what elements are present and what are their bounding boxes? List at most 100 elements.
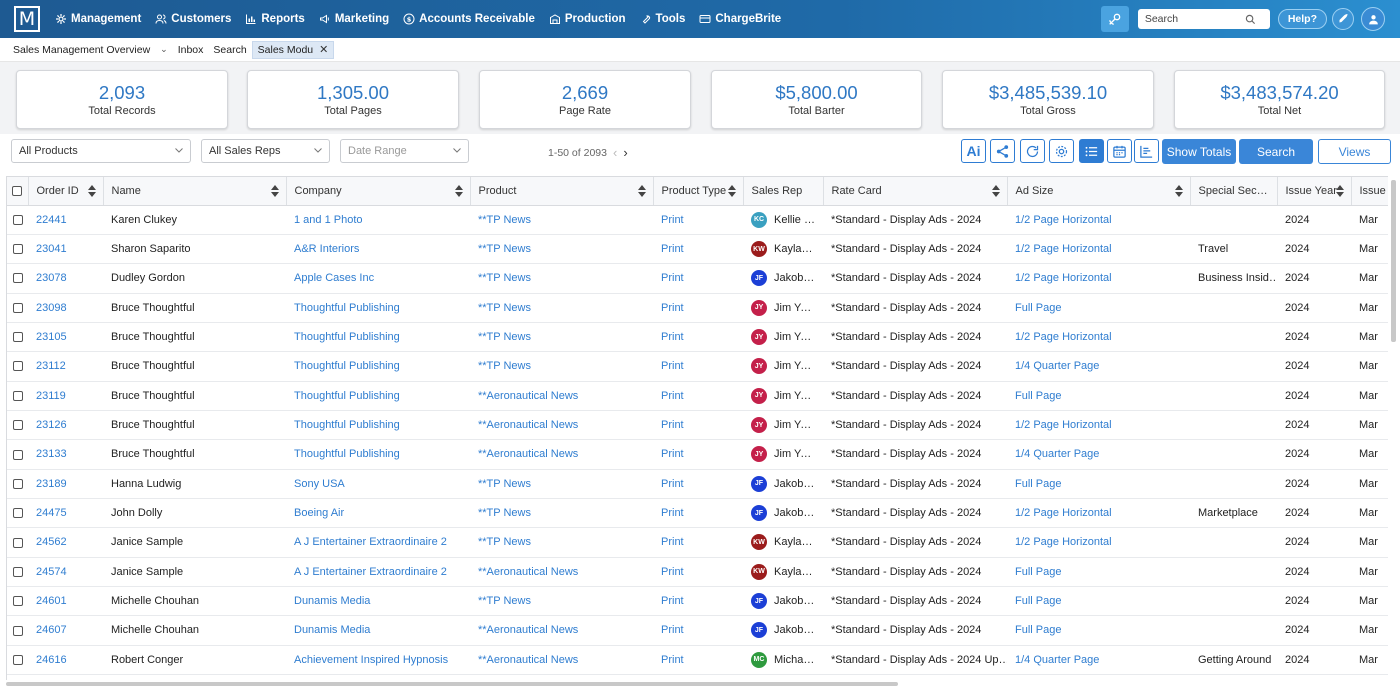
company-link[interactable]: Thoughtful Publishing — [286, 439, 470, 470]
sort-icon[interactable] — [637, 185, 646, 197]
order-id-link[interactable]: 23105 — [28, 322, 103, 353]
prev-page-icon[interactable]: ‹ — [613, 145, 617, 160]
close-icon[interactable]: ✕ — [319, 43, 328, 56]
product-link[interactable]: **TP News — [470, 205, 653, 235]
table-row[interactable]: 24562 Janice Sample A J Entertainer Extrao… — [7, 527, 1388, 558]
company-link[interactable]: A J Entertainer Extraordinaire 2 — [286, 527, 470, 558]
avatar[interactable]: JY — [751, 299, 767, 316]
table-row[interactable]: 22441 Karen Clukey 1 and 1 Photo **TP News P… — [7, 205, 1388, 235]
avatar[interactable]: MC — [751, 651, 767, 668]
ad-size-link[interactable]: 1/2 Page Horizontal — [1007, 322, 1190, 353]
sort-icon[interactable] — [87, 185, 96, 197]
company-link[interactable]: Dunamis Media — [286, 615, 470, 646]
product-type-link[interactable]: Print — [653, 527, 743, 558]
nav-chargebrite[interactable]: ChargeBrite — [692, 0, 788, 38]
next-page-icon[interactable]: › — [623, 145, 627, 160]
help-button[interactable]: Help? — [1277, 9, 1327, 29]
row-checkbox[interactable] — [12, 537, 23, 548]
table-row[interactable]: 23112 Bruce Thoughtful Thoughtful Publishi… — [7, 351, 1388, 382]
avatar[interactable]: JF — [751, 622, 767, 639]
order-id-link[interactable]: 23126 — [28, 410, 103, 441]
search-icon[interactable] — [1245, 14, 1256, 25]
company-link[interactable]: A&R Interiors — [286, 234, 470, 265]
product-type-link[interactable]: Print — [653, 263, 743, 294]
vertical-scrollbar[interactable] — [1391, 180, 1396, 342]
column-header[interactable]: Issue — [1351, 177, 1388, 206]
order-id-link[interactable]: 24601 — [28, 586, 103, 617]
company-link[interactable]: A J Entertainer Extraordinaire 2 — [286, 557, 470, 587]
product-link[interactable]: **TP News — [470, 469, 653, 499]
avatar[interactable]: JF — [751, 505, 767, 522]
product-link[interactable]: **TP News — [470, 351, 653, 382]
avatar[interactable]: JY — [751, 387, 767, 404]
avatar[interactable]: KW — [751, 241, 767, 258]
nav-accounts-receivable[interactable]: $ Accounts Receivable — [396, 0, 542, 38]
product-type-link[interactable]: Print — [653, 498, 743, 529]
company-link[interactable]: Thoughtful Publishing — [286, 410, 470, 441]
select-all-cell[interactable] — [7, 177, 29, 206]
row-select-cell[interactable] — [7, 410, 28, 441]
row-select-cell[interactable] — [7, 586, 28, 617]
row-checkbox[interactable] — [12, 273, 23, 284]
table-row[interactable]: 24607 Michelle Chouhan Dunamis Media **Aero… — [7, 615, 1388, 646]
row-checkbox[interactable] — [12, 420, 23, 431]
table-row[interactable]: 23119 Bruce Thoughtful Thoughtful Publishi… — [7, 381, 1388, 411]
product-type-link[interactable]: Print — [653, 439, 743, 470]
avatar[interactable]: JY — [751, 417, 767, 434]
nav-marketing[interactable]: Marketing — [312, 0, 396, 38]
gantt-view-button[interactable] — [1134, 139, 1159, 163]
nav-customers[interactable]: Customers — [148, 0, 238, 38]
company-link[interactable]: Thoughtful Publishing — [286, 322, 470, 353]
column-header[interactable]: Company — [286, 177, 471, 206]
ad-size-link[interactable]: 1/4 Quarter Page — [1007, 351, 1190, 382]
global-search-input[interactable] — [1144, 13, 1245, 25]
product-link[interactable]: **Aeronautical News — [470, 557, 653, 587]
ad-size-link[interactable]: 1/2 Page Horizontal — [1007, 263, 1190, 294]
tab-sales-management-overview[interactable]: Sales Management Overview ⌄ — [8, 41, 173, 59]
row-select-cell[interactable] — [7, 351, 28, 382]
row-select-cell[interactable] — [7, 469, 28, 499]
sales-reps-select[interactable]: All Sales Reps — [201, 139, 330, 163]
table-row[interactable]: 24616 Robert Conger Achievement Inspired H… — [7, 645, 1388, 676]
nav-tools[interactable]: Tools — [633, 0, 693, 38]
row-select-cell[interactable] — [7, 293, 28, 323]
settings-button[interactable] — [1049, 139, 1074, 163]
ad-size-link[interactable]: 1/2 Page Horizontal — [1007, 205, 1190, 235]
rocket-button[interactable] — [1332, 8, 1354, 30]
product-link[interactable]: **Aeronautical News — [470, 645, 653, 676]
row-checkbox[interactable] — [12, 332, 23, 343]
product-link[interactable]: **TP News — [470, 263, 653, 294]
company-link[interactable]: Apple Cases Inc — [286, 263, 470, 294]
select-all-checkbox[interactable] — [12, 185, 23, 196]
ad-size-link[interactable]: Full Page — [1007, 557, 1190, 587]
product-link[interactable]: **TP News — [470, 322, 653, 353]
order-id-link[interactable]: 24616 — [28, 645, 103, 676]
avatar[interactable]: JY — [751, 446, 767, 463]
nav-management[interactable]: Management — [48, 0, 148, 38]
product-type-link[interactable]: Print — [653, 586, 743, 617]
company-link[interactable]: Achievement Inspired Hypnosis — [286, 645, 470, 676]
ad-size-link[interactable]: Full Page — [1007, 586, 1190, 617]
product-type-link[interactable]: Print — [653, 557, 743, 587]
company-link[interactable]: Thoughtful Publishing — [286, 381, 470, 411]
product-type-link[interactable]: Print — [653, 234, 743, 265]
column-header[interactable]: Special Sec… — [1190, 177, 1278, 206]
avatar[interactable]: JY — [751, 329, 767, 346]
table-row[interactable]: 23098 Bruce Thoughtful Thoughtful Publishi… — [7, 293, 1388, 323]
sort-icon[interactable] — [454, 185, 463, 197]
share-button[interactable] — [990, 139, 1015, 163]
ai-button[interactable]: Ai — [961, 139, 986, 163]
row-checkbox[interactable] — [12, 478, 23, 489]
column-header[interactable]: Name — [103, 177, 287, 206]
order-id-link[interactable]: 24574 — [28, 557, 103, 587]
order-id-link[interactable]: 23133 — [28, 439, 103, 470]
date-range-select[interactable]: Date Range — [340, 139, 469, 163]
product-link[interactable]: **TP News — [470, 293, 653, 323]
row-checkbox[interactable] — [12, 625, 23, 636]
company-link[interactable]: Thoughtful Publishing — [286, 351, 470, 382]
avatar[interactable]: KW — [751, 534, 767, 551]
table-row[interactable]: 24574 Janice Sample A J Entertainer Extrao… — [7, 557, 1388, 587]
column-header[interactable]: Ad Size — [1007, 177, 1191, 206]
views-button[interactable]: Views — [1318, 139, 1391, 164]
product-type-link[interactable]: Print — [653, 615, 743, 646]
